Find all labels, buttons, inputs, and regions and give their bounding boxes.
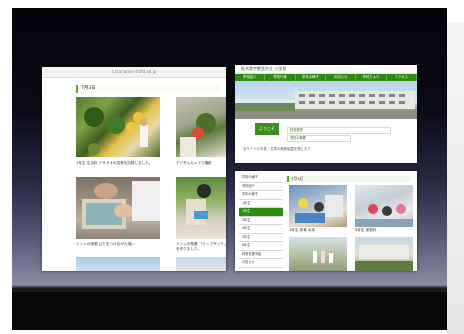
activity-photo[interactable] — [355, 185, 413, 227]
footer-note: 当サイトの写真・文章の無断転載を禁じます — [243, 147, 311, 151]
activity-photo[interactable] — [289, 185, 347, 227]
photo-caption: 1年生 体育 水泳 — [289, 228, 316, 232]
photo-building[interactable] — [176, 257, 226, 271]
nav-item[interactable]: 学校だより — [356, 74, 387, 81]
sidebar-item-selected[interactable]: 2年生 — [239, 208, 283, 217]
nav-item[interactable]: アクセス — [387, 74, 417, 81]
sidebar-item[interactable]: 4年生 — [239, 225, 283, 234]
sidebar-item[interactable]: 特別支援学級 — [239, 251, 283, 259]
photo-caption: 5年生 家庭科 — [355, 228, 377, 232]
photo-caption: デジタルカメラで撮影 — [176, 161, 212, 165]
photo-morning-glory[interactable] — [76, 97, 160, 157]
bottom-band — [12, 292, 447, 330]
welcome-block: ようこそ 校長挨拶 学校の概要 — [235, 119, 417, 147]
site-title: 栃木県宇都宮市立 小学校 — [235, 65, 417, 74]
school-building-photo — [235, 81, 417, 119]
sidebar-item[interactable]: 5年生 — [239, 234, 283, 242]
welcome-badge: ようこそ — [255, 123, 279, 135]
photo-digital-camera[interactable] — [176, 97, 226, 157]
photo-sewing-right[interactable] — [176, 177, 226, 239]
activity-photo[interactable] — [289, 237, 347, 271]
sidebar-item[interactable]: 3年生 — [239, 217, 283, 225]
blog-page-screenshot[interactable]: s.tsunamio-smfd.ed.jp 7月3日 1年生 生活科 アサガオの… — [42, 67, 226, 271]
sidebar-item[interactable]: 学校紹介 — [239, 183, 283, 191]
nav-item[interactable]: 学年の様子 — [296, 74, 326, 81]
sidebar-menu: 学校の様子 学校紹介 学年の様子 1年生 2年生 3年生 4年生 5年生 6年生… — [239, 174, 283, 268]
sidebar-item[interactable]: お知らせ — [239, 259, 283, 268]
page-title: 7月3日 — [76, 85, 221, 93]
info-link[interactable]: 校長挨拶 — [287, 127, 391, 134]
browser-address-bar[interactable]: s.tsunamio-smfd.ed.jp — [42, 67, 226, 78]
photo-caption: ミシンの授業 ひだをつけながら縫い — [76, 242, 135, 246]
info-link[interactable]: 学校の概要 — [287, 135, 351, 142]
sidebar-item[interactable]: 学年の様子 — [239, 191, 283, 200]
school-homepage-screenshot[interactable]: 栃木県宇都宮市立 小学校 学校紹介 学校行事 学年の様子 お知らせ 学校だより … — [235, 65, 417, 163]
school-activity-page-screenshot[interactable]: 学校の様子 学校紹介 学年の様子 1年生 2年生 3年生 4年生 5年生 6年生… — [235, 171, 417, 271]
photo-sewing-left[interactable] — [76, 177, 160, 239]
nav-item[interactable]: 学校紹介 — [235, 74, 266, 81]
photo-caption: 1年生 生活科 アサガオの成長を記録しました。 — [76, 161, 153, 165]
activity-photo[interactable] — [355, 237, 413, 271]
page-heading: 7月3日 — [287, 176, 411, 182]
photo-caption: ミシンの授業 「ナップザック」を作りました。 — [176, 242, 226, 251]
main-nav: 学校紹介 学校行事 学年の様子 お知らせ 学校だより アクセス — [235, 74, 417, 81]
nav-item[interactable]: お知らせ — [326, 74, 357, 81]
right-edge-strip — [447, 22, 464, 334]
sidebar-item[interactable]: 6年生 — [239, 242, 283, 251]
photo-sky[interactable] — [76, 257, 160, 271]
sidebar-item[interactable]: 学校の様子 — [239, 174, 283, 183]
sidebar-item[interactable]: 1年生 — [239, 200, 283, 208]
nav-item[interactable]: 学校行事 — [265, 74, 296, 81]
